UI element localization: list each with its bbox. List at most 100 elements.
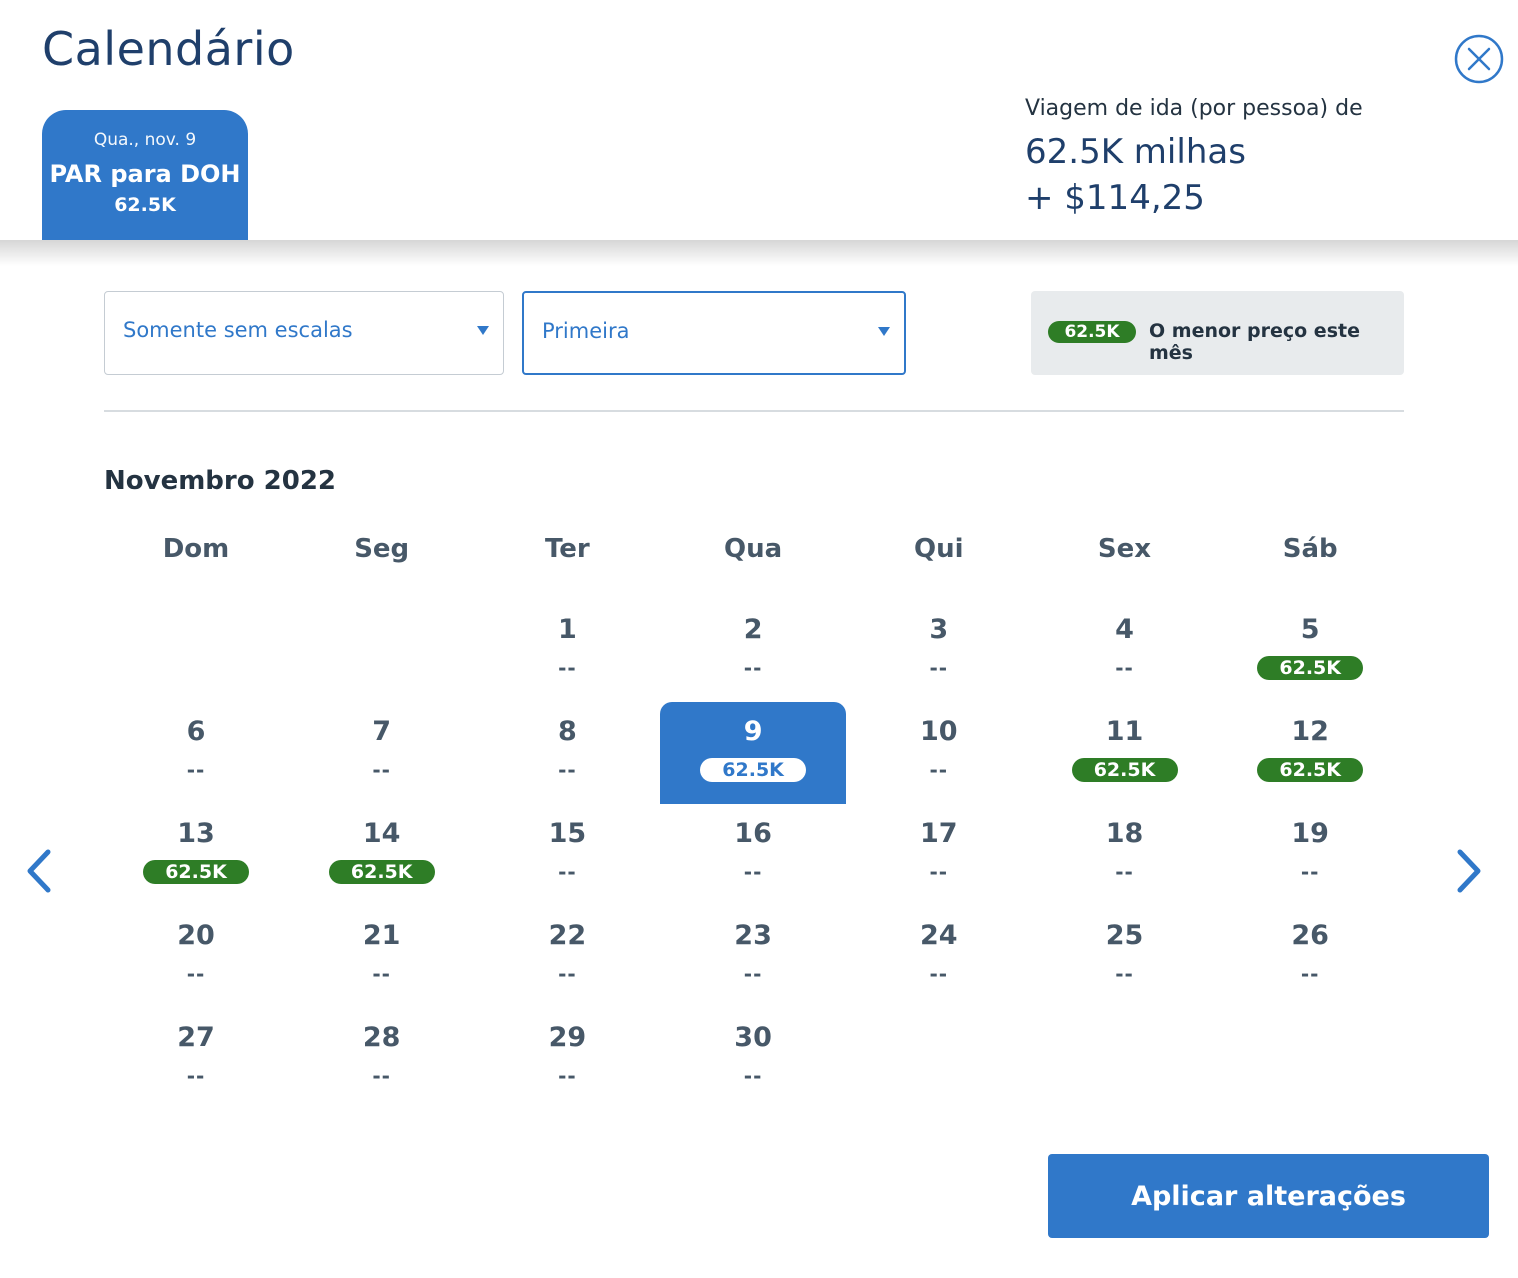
day-no-fare: -- [743,656,763,680]
calendar-day[interactable]: 2 -- [660,600,846,702]
day-number: 17 [920,818,958,849]
day-no-fare: -- [1115,860,1134,884]
calendar-day[interactable]: 18 -- [1032,804,1218,906]
day-number: 5 [1300,614,1320,645]
header-divider [0,240,1518,266]
day-no-fare: -- [929,962,949,986]
day-number: 6 [186,716,206,747]
calendar-day[interactable]: 11 62.5K [1032,702,1218,804]
stops-filter-select[interactable]: Somente sem escalas [104,291,504,375]
calendar-day[interactable]: 26 -- [1217,906,1403,1008]
day-number: 1 [557,614,577,645]
day-number: 15 [548,818,587,849]
day-no-fare: -- [372,758,391,782]
fare-cash: + $114,25 [1025,178,1205,218]
calendar-day[interactable]: 8 -- [474,702,660,804]
day-no-fare: -- [929,758,949,782]
legend-price-pill: 62.5K [1048,321,1136,343]
calendar-day[interactable]: 30 -- [660,1008,846,1110]
calendar-day[interactable]: 28 -- [289,1008,475,1110]
trip-tab[interactable]: Qua., nov. 9 PAR para DOH 62.5K [42,110,248,240]
day-number: 4 [1115,614,1134,645]
day-number: 13 [177,818,215,849]
calendar-day[interactable]: 19 -- [1217,804,1403,906]
calendar-day[interactable]: 16 -- [660,804,846,906]
weekday-label: Dom [162,534,230,564]
day-no-fare: -- [1115,656,1134,680]
previous-month-button[interactable] [22,846,58,896]
calendar-day[interactable]: 5 62.5K [1217,600,1403,702]
calendar-day[interactable]: 21 -- [289,906,475,1008]
calendar-day[interactable]: 13 62.5K [103,804,289,906]
day-number: 29 [548,1022,587,1053]
close-circle-icon [1454,34,1504,84]
day-number: 11 [1105,716,1144,747]
day-fare-pill: 62.5K [1071,758,1178,782]
trip-tab-route: PAR para DOH [49,160,241,188]
calendar-day[interactable]: 1 -- [474,600,660,702]
apply-changes-button[interactable]: Aplicar alterações [1048,1154,1489,1238]
weekday-label: Qua [724,534,783,564]
day-number: 7 [372,716,392,747]
calendar-day[interactable]: 25 -- [1032,906,1218,1008]
day-number: 19 [1291,818,1329,849]
divider [104,410,1404,412]
day-no-fare: -- [558,758,577,782]
trip-tab-date: Qua., nov. 9 [93,130,197,150]
legend-text: O menor preço este mês [1149,320,1360,364]
day-no-fare: -- [743,1064,763,1088]
day-number: 23 [734,920,772,951]
calendar-day[interactable]: 24 -- [846,906,1032,1008]
chevron-down-icon [878,327,890,336]
day-number: 9 [743,716,763,747]
day-number: 21 [362,920,401,951]
calendar-day-selected[interactable]: 9 62.5K [660,702,847,804]
weekday-label: Sáb [1282,534,1338,564]
day-number: 10 [920,716,958,747]
day-no-fare: -- [1300,860,1320,884]
calendar-day[interactable]: 22 -- [474,906,660,1008]
day-fare-pill: 62.5K [143,860,249,884]
cabin-filter-select[interactable]: Primeira [522,291,906,375]
trip-tab-price: 62.5K [114,194,176,216]
calendar-dialog: Calendário Qua., nov. 9 PAR para DOH 62.… [0,0,1518,1278]
day-no-fare: -- [558,656,577,680]
weekday-label: Seg [354,534,410,564]
fare-summary: Viagem de ida (por pessoa) de 62.5K milh… [1025,96,1445,221]
calendar-day[interactable]: 3 -- [846,600,1032,702]
day-number: 22 [548,920,587,951]
calendar-day[interactable]: 12 62.5K [1217,702,1403,804]
day-no-fare: -- [372,962,391,986]
calendar-day[interactable]: 14 62.5K [289,804,475,906]
calendar-day[interactable]: 4 -- [1032,600,1218,702]
weekday-label: Sex [1097,534,1152,564]
day-no-fare: -- [186,1064,206,1088]
calendar-day[interactable]: 15 -- [474,804,660,906]
day-number: 20 [177,920,215,951]
calendar-day[interactable]: 29 -- [474,1008,660,1110]
day-number: 18 [1105,818,1144,849]
day-fare-pill: 62.5K [1257,758,1364,782]
calendar-day[interactable]: 10 -- [846,702,1032,804]
calendar-day[interactable]: 6 -- [103,702,289,804]
calendar-day[interactable]: 17 -- [846,804,1032,906]
chevron-right-icon [1457,849,1481,893]
page-title: Calendário [42,22,295,76]
day-no-fare: -- [929,656,949,680]
calendar-day[interactable]: 7 -- [289,702,475,804]
day-number: 27 [177,1022,215,1053]
month-label: Novembro 2022 [104,466,337,496]
day-no-fare: -- [1300,962,1320,986]
fare-label: Viagem de ida (por pessoa) de [1025,96,1363,121]
day-number: 12 [1291,716,1329,747]
day-no-fare: -- [558,1064,577,1088]
close-button[interactable] [1454,34,1504,84]
calendar-day[interactable]: 20 -- [103,906,289,1008]
calendar-day[interactable]: 23 -- [660,906,846,1008]
chevron-left-icon [27,849,51,893]
day-no-fare: -- [186,758,206,782]
day-number: 14 [362,818,401,849]
calendar-day[interactable]: 27 -- [103,1008,289,1110]
cabin-filter-value: Primeira [542,319,630,343]
next-month-button[interactable] [1450,846,1486,896]
